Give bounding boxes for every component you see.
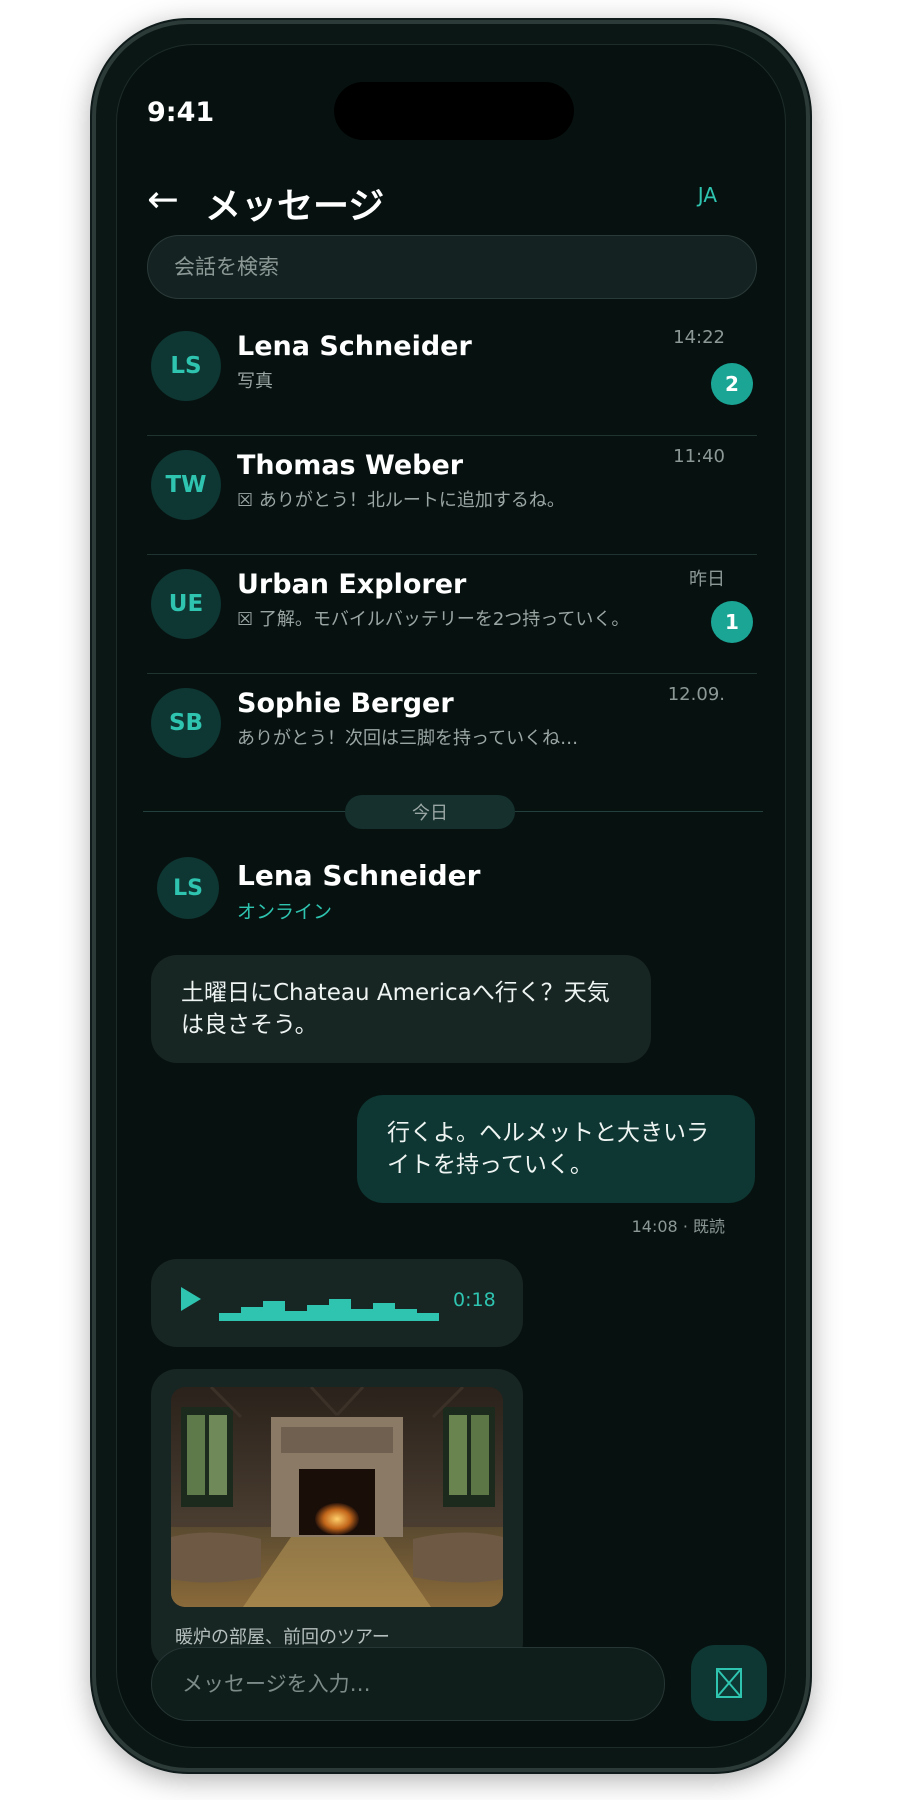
conversation-list: LS Lena Schneider 写真 14:22 2 TW Thomas W…: [147, 317, 757, 792]
conversation-time: 昨日: [689, 569, 725, 590]
status-time: 9:41: [147, 97, 215, 128]
conversation-time: 11:40: [673, 446, 725, 467]
unread-badge: 2: [711, 363, 753, 405]
photo-message: 暖炉の部屋、前回のツアー: [151, 1369, 523, 1669]
play-icon[interactable]: [181, 1287, 201, 1311]
conversation-item[interactable]: SB Sophie Berger ありがとう！次回は三脚を持っていくね… 12.…: [147, 674, 757, 792]
conversation-preview: ☒ ありがとう！北ルートに追加するね。: [237, 490, 565, 511]
search-input[interactable]: [148, 236, 756, 298]
photo-caption: 暖炉の部屋、前回のツアー: [175, 1627, 390, 1648]
conversation-name: Thomas Weber: [237, 450, 464, 481]
conversation-item[interactable]: LS Lena Schneider 写真 14:22 2: [147, 317, 757, 436]
waveform-icon: [219, 1299, 439, 1321]
phone-frame: 9:41 ← メッセージ JA LS Lena Schneider 写真 14:…: [92, 20, 810, 1772]
chat-contact-status: オンライン: [237, 901, 333, 923]
conversation-time: 14:22: [673, 327, 725, 348]
photo-fireplace-room[interactable]: [171, 1387, 503, 1607]
avatar: LS: [151, 331, 221, 401]
voice-duration: 0:18: [453, 1289, 496, 1311]
avatar: TW: [151, 450, 221, 520]
voice-message: 0:18: [151, 1259, 523, 1347]
outgoing-message-bubble: 行くよ。ヘルメットと大きいライトを持っていく。: [357, 1095, 755, 1203]
avatar: SB: [151, 688, 221, 758]
arrow-left-icon[interactable]: ←: [147, 179, 191, 219]
conversation-preview: 写真: [237, 371, 273, 392]
app-screen: 9:41 ← メッセージ JA LS Lena Schneider 写真 14:…: [116, 44, 786, 1748]
send-icon: [716, 1668, 742, 1698]
page-title: メッセージ: [205, 186, 385, 227]
unread-badge: 1: [711, 601, 753, 643]
search-bar: [147, 235, 757, 299]
message-read-receipt: 14:08 · 既読: [631, 1217, 725, 1236]
conversation-item[interactable]: TW Thomas Weber ☒ ありがとう！北ルートに追加するね。 11:4…: [147, 436, 757, 555]
composer: [151, 1647, 665, 1721]
conversation-time: 12.09.: [667, 684, 725, 705]
send-button[interactable]: [691, 1645, 767, 1721]
conversation-name: Sophie Berger: [237, 688, 454, 719]
conversation-preview: ありがとう！次回は三脚を持っていくね…: [237, 728, 579, 749]
avatar: UE: [151, 569, 221, 639]
chat-header: LS Lena Schneider オンライン: [157, 857, 757, 937]
day-divider-label: 今日: [345, 795, 515, 829]
avatar[interactable]: LS: [157, 857, 219, 919]
header: ← メッセージ JA: [147, 177, 757, 227]
conversation-name: Urban Explorer: [237, 569, 467, 600]
incoming-message-bubble: 土曜日にChateau Americaへ行く？天気は良さそう。: [151, 955, 651, 1063]
conversation-preview: ☒ 了解。モバイルバッテリーを2つ持っていく。: [237, 609, 630, 630]
chat-contact-name: Lena Schneider: [237, 859, 481, 892]
language-toggle[interactable]: JA: [698, 183, 717, 207]
message-input[interactable]: [152, 1648, 664, 1720]
conversation-name: Lena Schneider: [237, 331, 472, 362]
dynamic-island: [334, 82, 574, 140]
conversation-item[interactable]: UE Urban Explorer ☒ 了解。モバイルバッテリーを2つ持っていく…: [147, 555, 757, 674]
